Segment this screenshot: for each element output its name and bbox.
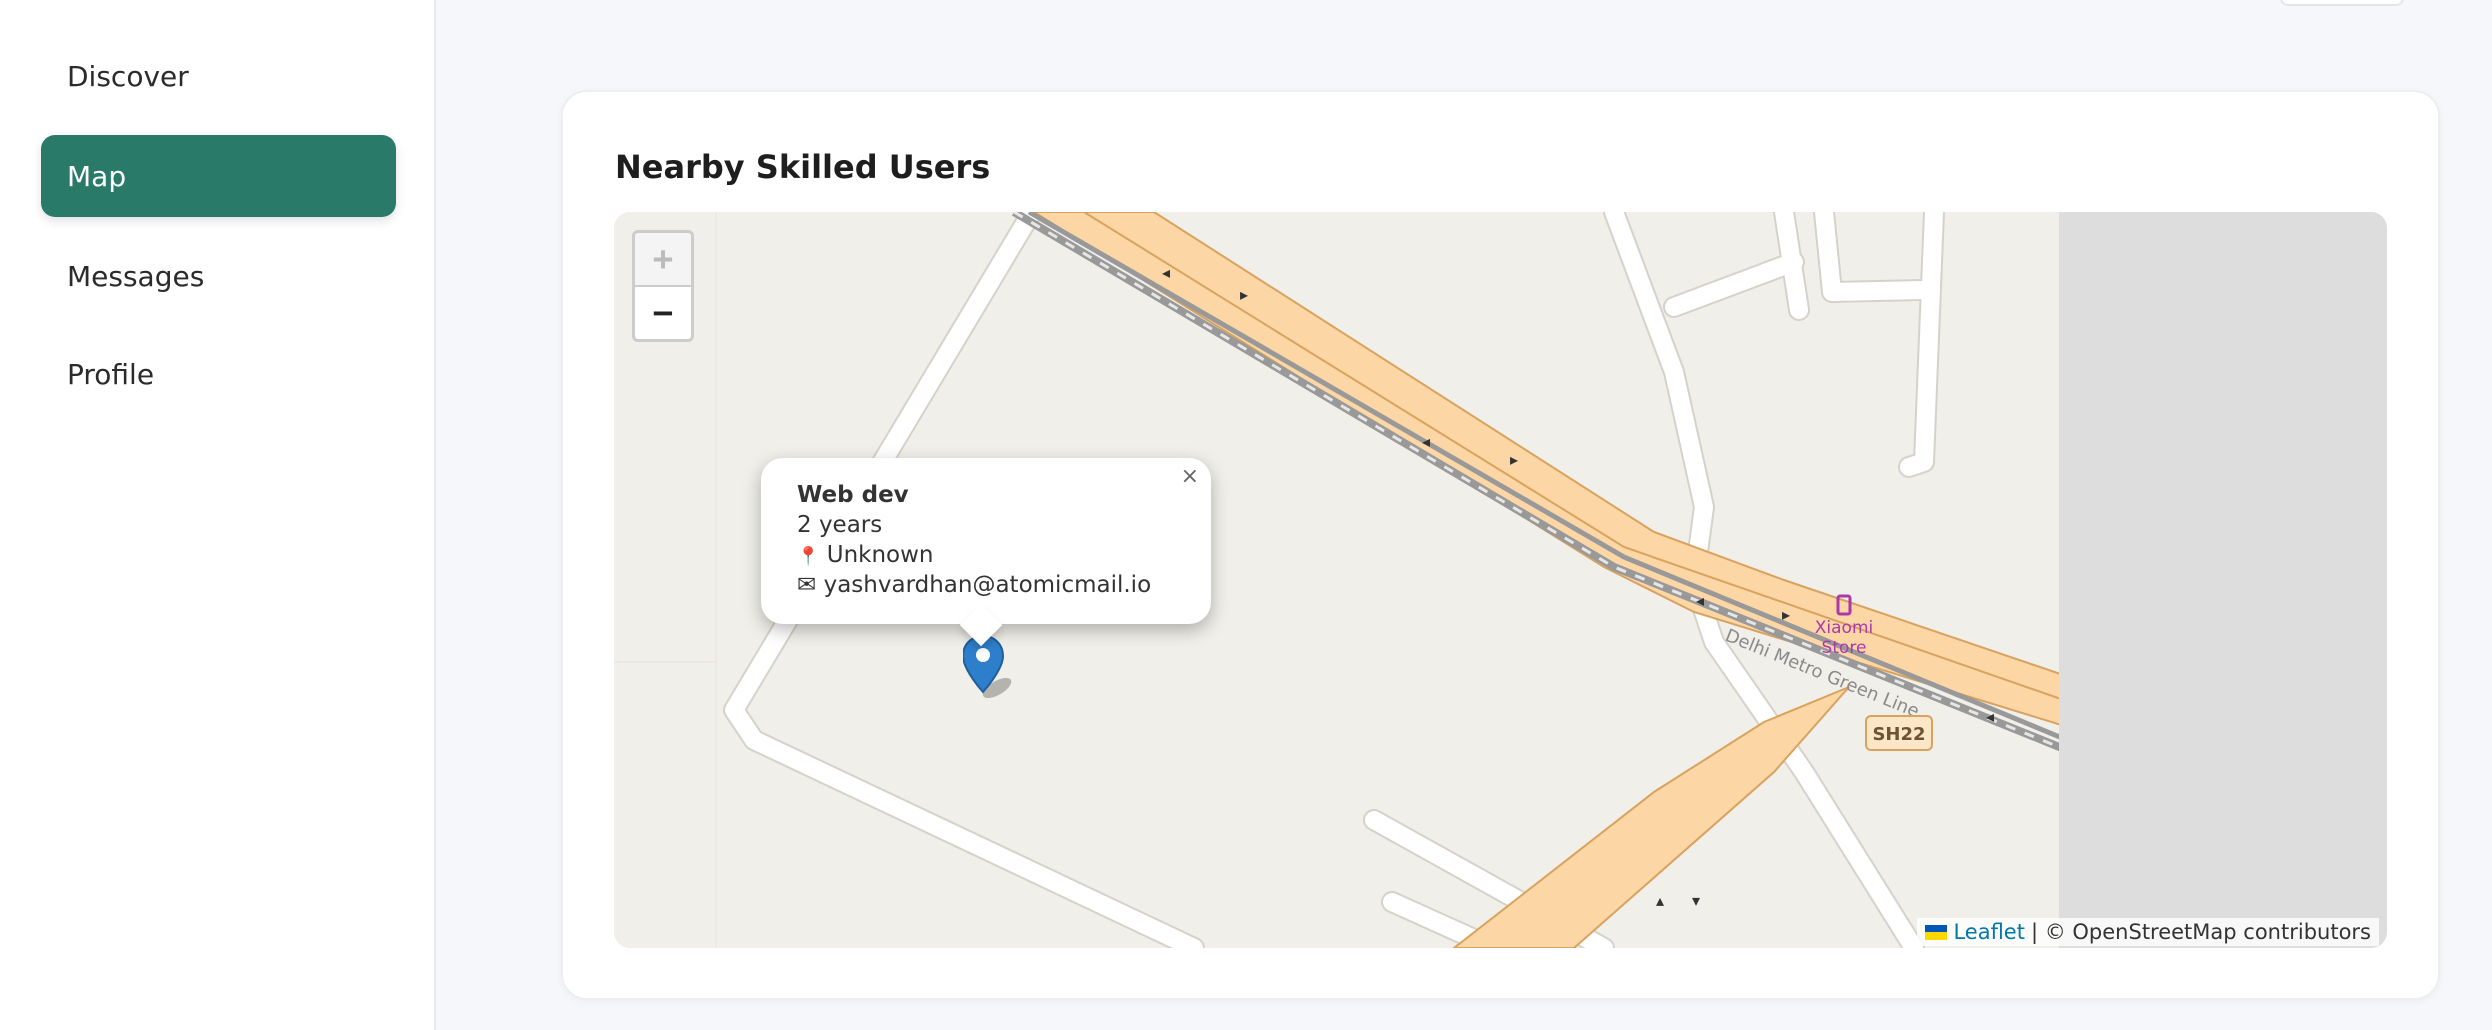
- nav-discover[interactable]: Discover: [41, 35, 396, 117]
- nav-messages[interactable]: Messages: [41, 235, 396, 317]
- unloaded-tile: [2059, 212, 2387, 948]
- popup-close-icon[interactable]: ×: [1181, 464, 1199, 489]
- header-button-stub[interactable]: [2280, 0, 2404, 6]
- popup-experience: 2 years: [797, 512, 883, 538]
- svg-text:◂: ◂: [1986, 707, 1994, 726]
- popup-skill: Web dev: [797, 482, 909, 508]
- map-card: Nearby Skilled Users ◂ ▸ ◂ ▸ ◂ ▸ ◂ ▴ ▾ D…: [561, 90, 2440, 1000]
- map-marker-icon[interactable]: [963, 636, 1033, 708]
- nav-profile[interactable]: Profile: [41, 333, 396, 415]
- zoom-control: + −: [632, 230, 694, 342]
- nav-map[interactable]: Map: [41, 135, 396, 217]
- attribution-text: | © OpenStreetMap contributors: [2030, 920, 2371, 944]
- ukraine-flag-icon: [1925, 924, 1948, 940]
- popup-location-text: Unknown: [826, 542, 934, 568]
- map-container[interactable]: ◂ ▸ ◂ ▸ ◂ ▸ ◂ ▴ ▾ Delhi Metro Green Line…: [614, 212, 2387, 948]
- zoom-out-button[interactable]: −: [635, 285, 691, 339]
- svg-text:◂: ◂: [1422, 432, 1430, 451]
- popup-email-text[interactable]: yashvardhan@atomicmail.io: [824, 572, 1152, 598]
- location-pin-icon: 📍: [797, 546, 820, 567]
- popup-location: 📍 Unknown: [797, 540, 1175, 570]
- svg-text:◂: ◂: [1162, 263, 1170, 282]
- svg-text:▴: ▴: [1656, 891, 1664, 910]
- svg-text:▸: ▸: [1510, 450, 1518, 469]
- svg-text:◂: ◂: [1696, 591, 1704, 610]
- road-shield-sh22: SH22: [1865, 715, 1933, 751]
- card-title: Nearby Skilled Users: [615, 148, 991, 186]
- map-attribution: Leaflet | © OpenStreetMap contributors: [1917, 918, 2379, 946]
- popup-email: ✉ yashvardhan@atomicmail.io: [797, 570, 1175, 600]
- sidebar: Discover Map Messages Profile: [0, 0, 436, 1030]
- svg-text:▸: ▸: [1782, 605, 1790, 624]
- road-shield-label: SH22: [1872, 724, 1925, 745]
- envelope-icon: ✉: [797, 572, 817, 598]
- poi-label: Xiaomi: [1815, 618, 1873, 638]
- svg-text:▾: ▾: [1692, 891, 1700, 910]
- marker-popup: × Web dev 2 years 📍 Unknown ✉ yashvardha…: [761, 458, 1211, 647]
- leaflet-link[interactable]: Leaflet: [1953, 920, 2025, 944]
- zoom-in-button[interactable]: +: [635, 233, 691, 285]
- svg-text:▸: ▸: [1240, 285, 1248, 304]
- poi-label-line2: Store: [1822, 638, 1867, 658]
